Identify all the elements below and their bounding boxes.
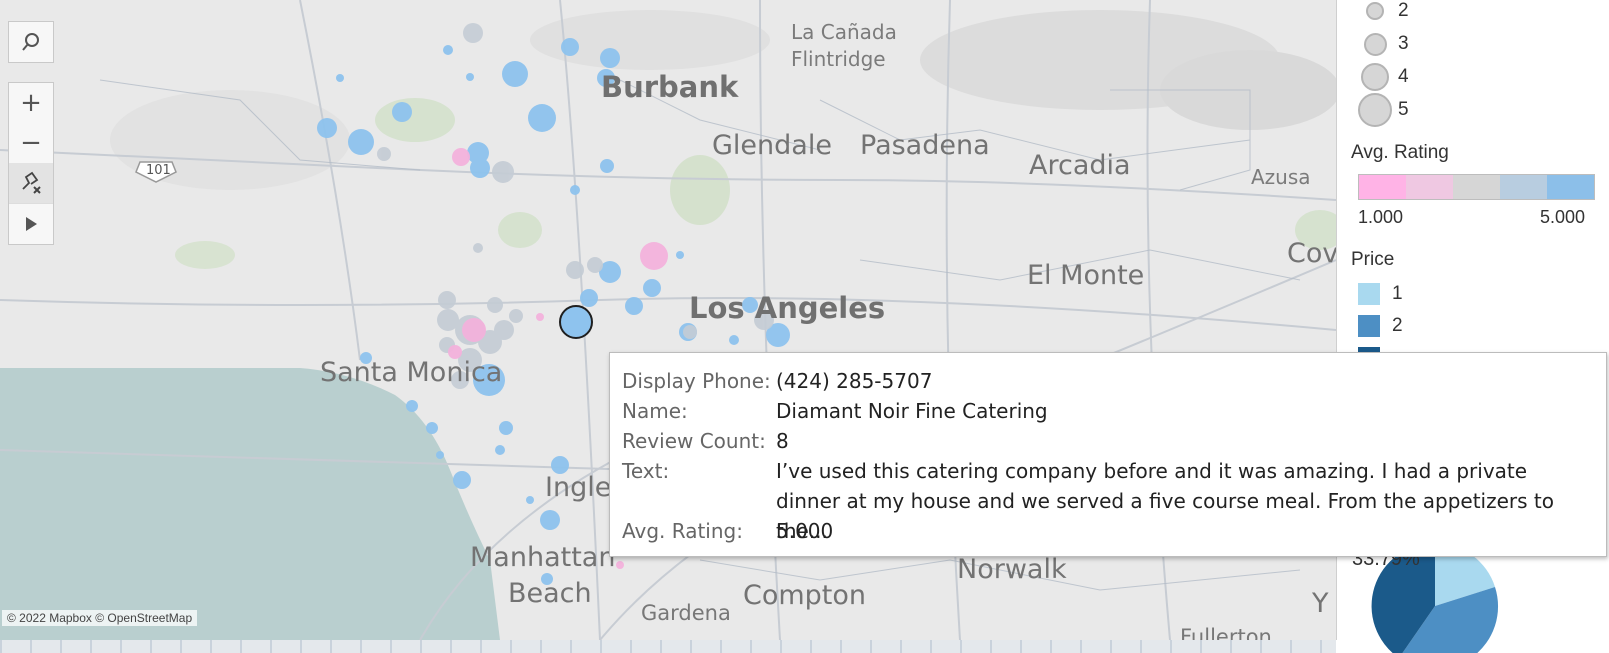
place-flintridge: Flintridge: [791, 47, 886, 71]
play-icon: [24, 216, 38, 232]
unpin-map-button[interactable]: [9, 163, 53, 203]
tooltip-value: (424) 285-5707: [776, 369, 933, 393]
place-manhattan: Manhattan: [470, 542, 616, 573]
tooltip-key: Name:: [622, 399, 688, 423]
price-legend-label: 1: [1392, 283, 1403, 304]
map-attribution[interactable]: © 2022 Mapbox © OpenStreetMap: [2, 610, 198, 626]
ramp-step: [1453, 175, 1500, 199]
place-inglewood: Ingle: [545, 472, 612, 503]
tooltip-key: Avg. Rating:: [622, 519, 743, 543]
price-swatch: [1358, 283, 1380, 305]
tooltip-row-phone: Display Phone: (424) 285-5707: [622, 366, 932, 396]
size-legend-label: 4: [1398, 66, 1409, 87]
place-norwalk: Norwalk: [957, 554, 1067, 585]
place-beach: Beach: [508, 578, 592, 609]
scrollbar-track[interactable]: [0, 640, 1336, 653]
place-y: Y: [1312, 588, 1329, 619]
size-legend-label: 5: [1398, 99, 1409, 120]
plus-icon: +: [20, 88, 42, 118]
avg-rating-legend-title: Avg. Rating: [1351, 142, 1449, 163]
tooltip-row-name: Name: Diamant Noir Fine Catering: [622, 396, 1048, 426]
place-compton: Compton: [743, 580, 867, 611]
place-fullerton: Fullerton: [1180, 625, 1272, 640]
tooltip-key: Review Count:: [622, 429, 766, 453]
price-swatch: [1358, 315, 1380, 337]
map-search-button[interactable]: [9, 22, 53, 62]
size-legend-item: 4: [1358, 63, 1409, 91]
place-azusa: Azusa: [1251, 165, 1311, 189]
size-legend-item: 3: [1358, 30, 1409, 58]
price-legend-item[interactable]: 1: [1358, 282, 1403, 306]
place-arcadia: Arcadia: [1029, 150, 1131, 181]
tooltip-value: 5.000: [776, 519, 834, 543]
search-icon: [20, 31, 42, 53]
tooltip-key: Display Phone:: [622, 369, 771, 393]
size-legend-item: 5: [1358, 93, 1409, 127]
map-search-toolbar: [8, 21, 54, 63]
tooltip-row-avg-rating: Avg. Rating: 5.000: [622, 516, 833, 546]
ramp-step: [1359, 175, 1406, 199]
place-el-monte: El Monte: [1027, 260, 1145, 291]
ramp-step: [1547, 175, 1594, 199]
size-dot: [1366, 2, 1384, 20]
highway-101-shield: 101: [146, 163, 171, 178]
tooltip-row-review-count: Review Count: 8: [622, 426, 789, 456]
map-zoom-toolbar: + −: [8, 82, 54, 245]
place-los-angeles: Los Angeles: [689, 291, 886, 325]
tooltip-value: 8: [776, 429, 789, 453]
tooltip-value: Diamant Noir Fine Catering: [776, 399, 1048, 423]
place-glendale: Glendale: [712, 130, 832, 161]
place-burbank: Burbank: [601, 70, 739, 104]
avg-rating-min-label: 1.000: [1358, 207, 1404, 227]
size-legend-label: 2: [1398, 0, 1409, 21]
size-legend-item: 2: [1358, 0, 1409, 25]
place-la-canada: La Cañada: [791, 20, 897, 44]
place-covina: Covin: [1287, 238, 1337, 269]
tooltip-value: I’ve used this catering company before a…: [776, 459, 1554, 543]
avg-rating-max-label: 5.000: [1540, 207, 1586, 227]
price-legend-item[interactable]: 2: [1358, 314, 1403, 338]
ramp-step: [1500, 175, 1547, 199]
size-dot: [1361, 63, 1389, 91]
price-legend-title: Price: [1351, 249, 1395, 270]
unpin-icon: [17, 169, 45, 197]
place-pasadena: Pasadena: [860, 130, 990, 161]
price-legend-label: 2: [1392, 315, 1403, 336]
minus-icon: −: [20, 128, 42, 158]
mark-tooltip: Display Phone: (424) 285-5707 Name: Diam…: [609, 352, 1607, 557]
size-legend-label: 3: [1398, 33, 1409, 54]
place-gardena: Gardena: [641, 601, 731, 625]
size-dot: [1358, 93, 1392, 127]
size-dot: [1363, 32, 1387, 56]
zoom-out-button[interactable]: −: [9, 123, 53, 163]
avg-rating-color-ramp: [1358, 174, 1595, 200]
ramp-step: [1406, 175, 1453, 199]
place-santa-monica: Santa Monica: [320, 357, 503, 388]
toolbar-expand-button[interactable]: [9, 203, 53, 244]
zoom-in-button[interactable]: +: [9, 83, 53, 123]
